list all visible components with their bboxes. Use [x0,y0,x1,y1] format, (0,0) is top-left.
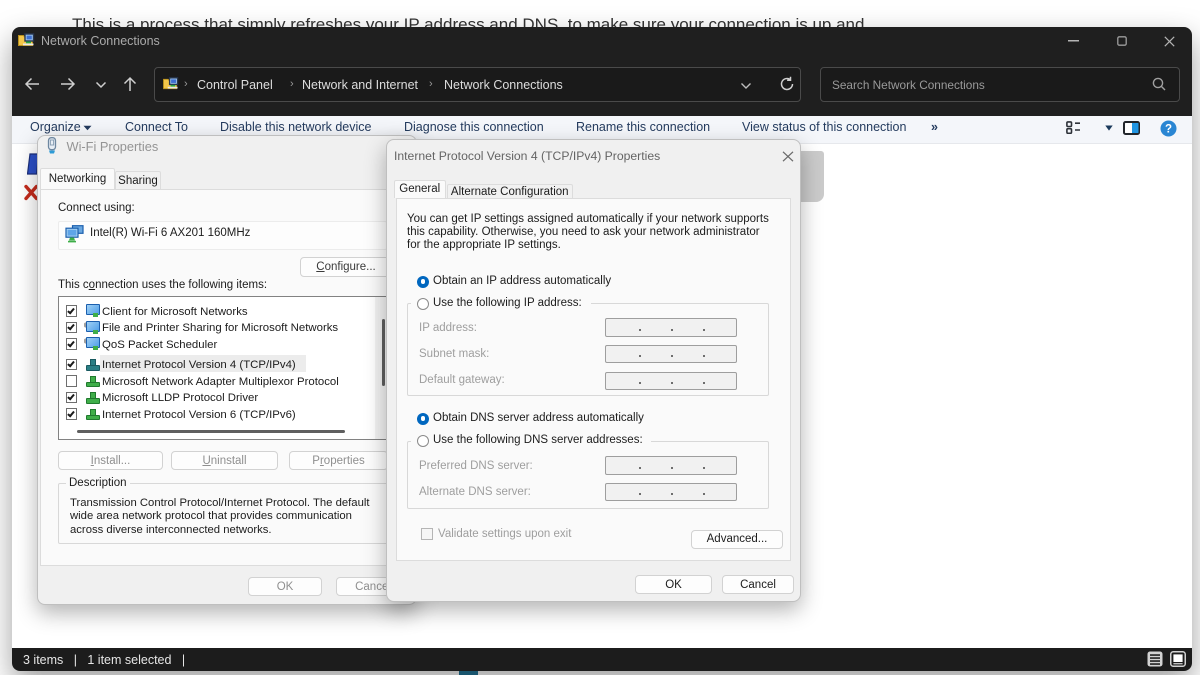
svg-text:?: ? [1165,124,1172,136]
